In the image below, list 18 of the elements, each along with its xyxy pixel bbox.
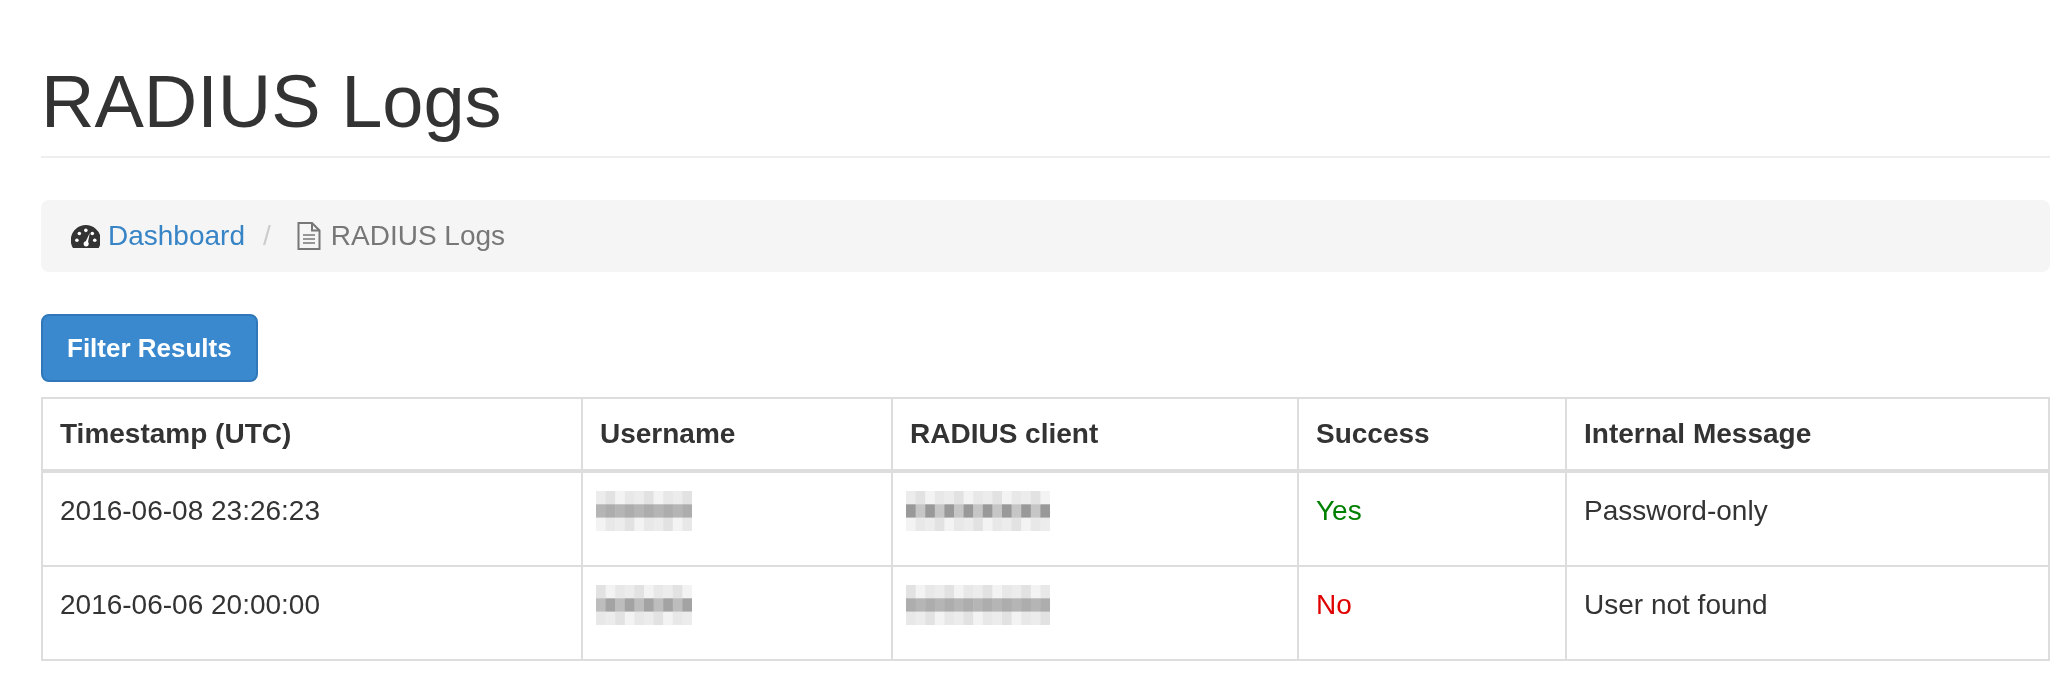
table-cell: Password-only	[1567, 473, 2050, 568]
filter-button[interactable]: Filter Results	[41, 314, 258, 383]
breadcrumb-link[interactable]: Dashboard	[71, 216, 245, 257]
column-header: RADIUS client	[893, 399, 1299, 474]
breadcrumb-separator: /	[263, 219, 271, 254]
table-cell: 2016-06-08 23:26:23	[43, 473, 583, 568]
column-header: Internal Message	[1567, 399, 2050, 474]
table-cell: No	[1299, 567, 1567, 662]
speedometer-icon	[71, 224, 100, 248]
column-header: Username	[583, 399, 893, 474]
column-header: Success	[1299, 399, 1567, 474]
document-icon	[296, 222, 321, 251]
table-cell: Yes	[1299, 473, 1567, 568]
page-title: RADIUS Logs	[41, 61, 502, 143]
column-header: Timestamp (UTC)	[43, 399, 583, 474]
table-cell: 2016-06-06 20:00:00	[43, 567, 583, 662]
table-cell: User not found	[1567, 567, 2050, 662]
breadcrumb-current: RADIUS Logs	[330, 219, 506, 254]
